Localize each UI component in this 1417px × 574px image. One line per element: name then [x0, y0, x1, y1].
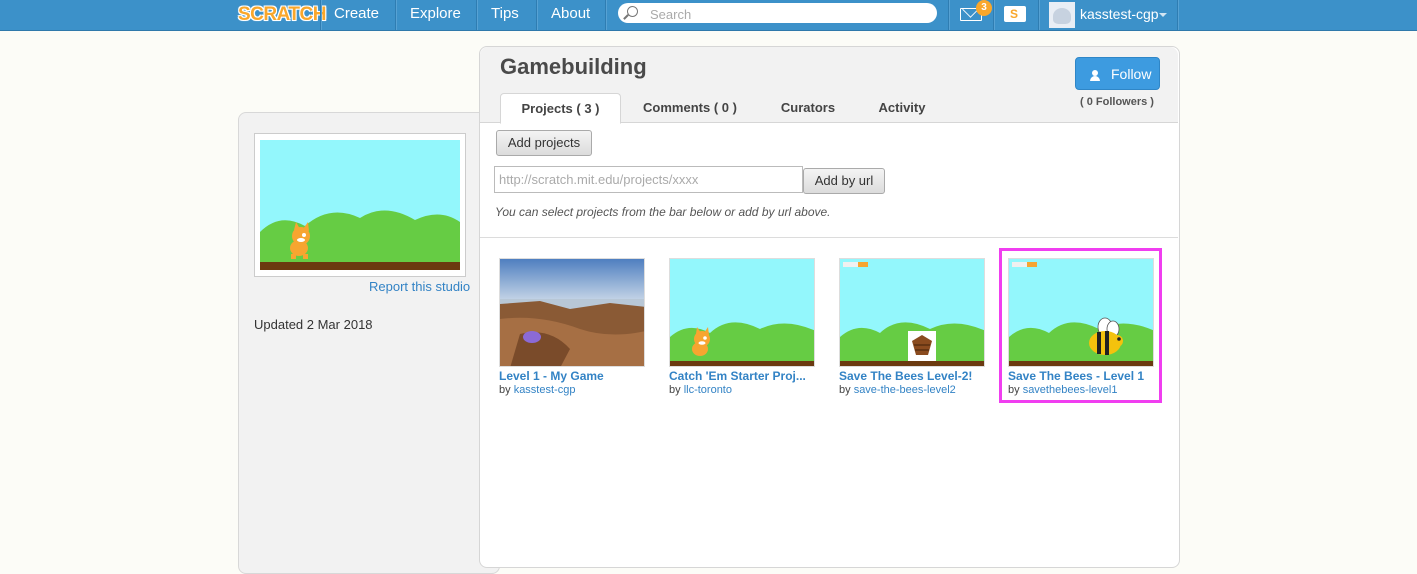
by-label: by	[839, 384, 854, 396]
nav-item-explore[interactable]: Explore	[410, 0, 461, 30]
add-projects-hint: You can select projects from the bar bel…	[495, 205, 831, 219]
nav-divider	[320, 0, 321, 30]
follow-button[interactable]: Follow	[1075, 57, 1160, 90]
project-author-line: by save-the-bees-level2	[839, 384, 986, 396]
message-count-badge: 3	[976, 0, 992, 16]
user-avatar[interactable]	[1049, 2, 1075, 28]
my-stuff-icon[interactable]: S	[1004, 6, 1026, 22]
section-divider	[480, 237, 1178, 238]
studio-thumbnail-image	[260, 140, 460, 270]
project-title[interactable]: Level 1 - My Game	[499, 369, 646, 383]
project-card[interactable]: Catch 'Em Starter Proj... by llc-toronto	[669, 258, 816, 396]
add-projects-button[interactable]: Add projects	[496, 130, 592, 156]
tab-projects[interactable]: Projects ( 3 )	[500, 93, 621, 124]
nav-item-tips[interactable]: Tips	[491, 0, 519, 30]
tab-comments[interactable]: Comments ( 0 )	[630, 93, 750, 122]
nav-divider	[476, 0, 477, 30]
project-url-input[interactable]	[494, 166, 803, 193]
project-thumbnail[interactable]	[499, 258, 645, 367]
project-author-line: by llc-toronto	[669, 384, 816, 396]
user-add-icon	[1090, 70, 1102, 81]
report-studio-link[interactable]: Report this studio	[369, 279, 470, 294]
nav-divider	[1038, 0, 1039, 30]
nav-divider	[948, 0, 949, 30]
project-thumbnail[interactable]	[669, 258, 815, 367]
project-thumbnail[interactable]	[839, 258, 985, 367]
search-icon	[627, 6, 638, 17]
nav-divider	[536, 0, 537, 30]
follow-label: Follow	[1111, 66, 1152, 82]
project-thumbnail-image	[670, 259, 814, 366]
project-title[interactable]: Catch 'Em Starter Proj...	[669, 369, 816, 383]
project-author-line: by kasstest-cgp	[499, 384, 646, 396]
project-thumbnail-image	[500, 259, 644, 366]
studio-title: Gamebuilding	[500, 54, 647, 79]
by-label: by	[669, 384, 684, 396]
project-card[interactable]: Level 1 - My Game by kasstest-cgp	[499, 258, 646, 396]
nav-divider	[1177, 0, 1178, 30]
search-box[interactable]	[618, 3, 937, 23]
updated-date: Updated 2 Mar 2018	[254, 317, 373, 332]
tab-curators[interactable]: Curators	[766, 93, 850, 122]
chevron-down-icon[interactable]	[1159, 13, 1167, 17]
project-author[interactable]: llc-toronto	[684, 384, 732, 396]
project-card[interactable]: Save The Bees Level-2! by save-the-bees-…	[839, 258, 986, 396]
followers-count: ( 0 Followers )	[1080, 96, 1154, 108]
my-stuff-glyph: S	[1010, 7, 1019, 21]
by-label: by	[499, 384, 514, 396]
search-input[interactable]	[648, 5, 932, 23]
add-by-url-button[interactable]: Add by url	[803, 168, 885, 194]
nav-divider	[395, 0, 396, 30]
project-thumbnail-image	[840, 259, 984, 366]
project-author[interactable]: save-the-bees-level2	[854, 384, 956, 396]
nav-item-about[interactable]: About	[551, 0, 590, 30]
project-author[interactable]: kasstest-cgp	[514, 384, 576, 396]
selected-project-highlight	[999, 248, 1162, 403]
nav-divider	[605, 0, 606, 30]
account-username[interactable]: kasstest-cgp	[1080, 0, 1159, 30]
tab-activity[interactable]: Activity	[862, 93, 942, 122]
studio-thumbnail	[254, 133, 466, 277]
nav-divider	[993, 0, 994, 30]
project-title[interactable]: Save The Bees Level-2!	[839, 369, 986, 383]
scratch-logo[interactable]: SCRATCH	[238, 3, 326, 27]
nav-item-create[interactable]: Create	[334, 0, 379, 30]
